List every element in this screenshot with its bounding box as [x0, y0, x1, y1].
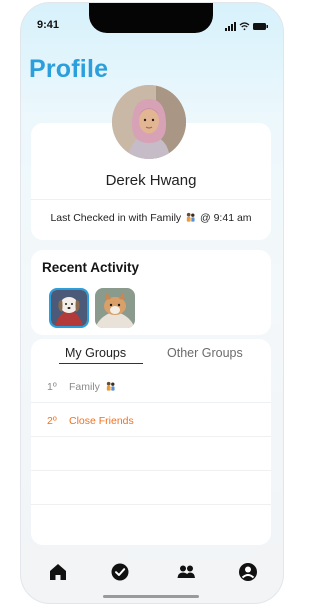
family-emoji-icon — [186, 212, 195, 222]
home-icon[interactable] — [47, 561, 69, 583]
dog-photo — [51, 290, 87, 326]
profile-name: Derek Hwang — [105, 172, 197, 189]
wifi-icon — [239, 22, 250, 31]
home-indicator — [103, 595, 199, 598]
recent-activity-card: Recent Activity — [31, 250, 271, 335]
activity-thumb-cat[interactable] — [95, 288, 135, 328]
recent-activity-title: Recent Activity — [42, 260, 140, 275]
notch — [89, 3, 213, 33]
tab-other-groups[interactable]: Other Groups — [167, 346, 243, 360]
group-row-close-friends[interactable]: 2º Close Friends — [31, 403, 271, 437]
groups-card: My Groups Other Groups 1º Family 2º Clos… — [31, 339, 271, 545]
profile-icon[interactable] — [237, 561, 259, 583]
active-tab-underline — [59, 363, 143, 364]
tab-my-groups[interactable]: My Groups — [65, 346, 126, 360]
divider — [31, 199, 271, 200]
phone-screen: 9:41 Profile Derek Hwang Last Checked in… — [20, 2, 284, 604]
group-row-family[interactable]: 1º Family — [31, 369, 271, 403]
group-rank: 2º — [47, 415, 57, 427]
status-time: 9:41 — [37, 19, 60, 31]
checkin-prefix: Last Checked in with Family — [50, 212, 182, 224]
group-rank: 1º — [47, 381, 57, 393]
empty-row — [31, 437, 271, 471]
check-circle-icon[interactable] — [109, 561, 131, 583]
avatar[interactable] — [112, 85, 186, 159]
group-name: Close Friends — [69, 415, 134, 427]
people-icon[interactable] — [175, 561, 197, 583]
empty-row — [31, 505, 271, 539]
page-title: Profile — [29, 55, 109, 83]
family-emoji-icon — [106, 381, 115, 391]
cat-photo — [95, 288, 135, 328]
group-name: Family — [69, 381, 116, 393]
battery-icon — [253, 23, 268, 30]
signal-icon — [225, 22, 236, 31]
checkin-suffix: @ 9:41 am — [200, 212, 252, 224]
avatar-photo — [112, 85, 186, 159]
empty-row — [31, 471, 271, 505]
status-icons — [225, 22, 268, 31]
activity-thumb-dog[interactable] — [49, 288, 89, 328]
last-checkin-text: Last Checked in with Family @ 9:41 am — [31, 212, 271, 224]
